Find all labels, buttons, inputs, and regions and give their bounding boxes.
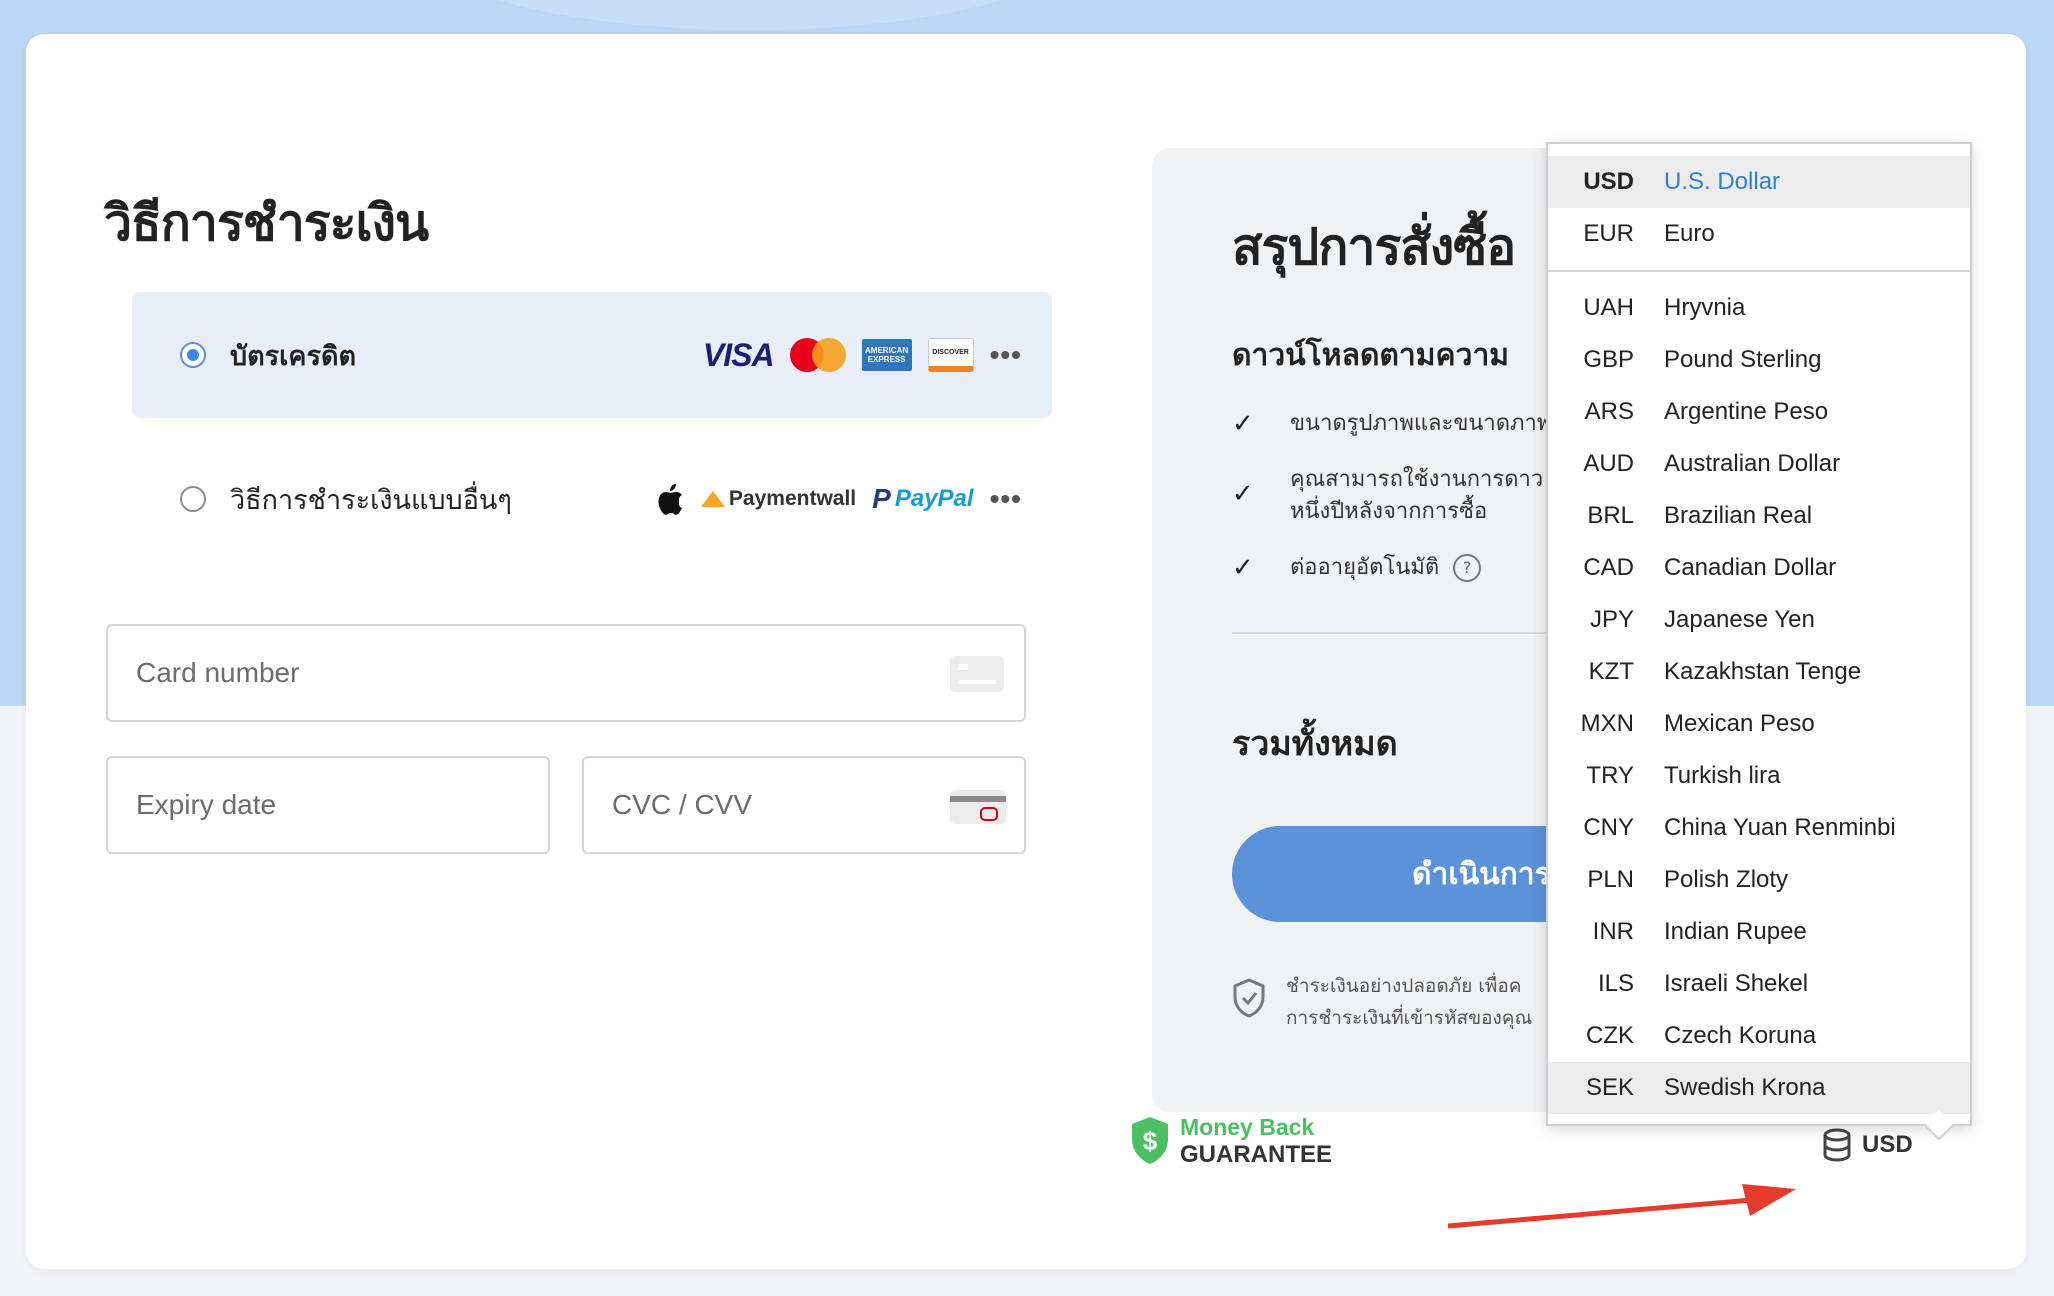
check-icon: ✓: [1232, 553, 1254, 583]
currency-divider: [1548, 270, 1970, 272]
coins-icon: [1822, 1128, 1852, 1162]
currency-option[interactable]: MXN Mexican Peso: [1548, 698, 1970, 750]
currency-option[interactable]: INR Indian Rupee: [1548, 906, 1970, 958]
currency-option-eur[interactable]: EUR Euro: [1548, 208, 1970, 260]
cvc-card-icon: [950, 790, 1006, 824]
help-icon[interactable]: ?: [1453, 554, 1482, 582]
more-methods-icon[interactable]: •••: [990, 483, 1022, 515]
card-number-field[interactable]: Card number: [106, 624, 1026, 722]
currency-option[interactable]: PLN Polish Zloty: [1548, 854, 1970, 906]
summary-subtitle: ดาวน์โหลดตามความ: [1232, 338, 1510, 373]
payment-title: วิธีการชำระเงิน: [104, 194, 429, 252]
card-brand-logos: VISA AMERICAN EXPRESS DISCOVER •••: [703, 292, 1022, 418]
expiry-date-field[interactable]: Expiry date: [106, 756, 550, 854]
currency-selected-label: USD: [1862, 1131, 1913, 1158]
discover-logo: DISCOVER: [927, 338, 974, 372]
total-label: รวมทั้งหมด: [1232, 724, 1398, 764]
feature-item: ✓ ขนาดรูปภาพและขนาดภาพ: [1232, 409, 1552, 439]
currency-option[interactable]: SEK Swedish Krona: [1548, 1062, 1970, 1114]
currency-option[interactable]: AUD Australian Dollar: [1548, 438, 1970, 490]
credit-card-radio[interactable]: [180, 342, 206, 368]
visa-logo: VISA: [702, 336, 775, 373]
currency-option[interactable]: ILS Israeli Shekel: [1548, 958, 1970, 1010]
currency-option[interactable]: BRL Brazilian Real: [1548, 490, 1970, 542]
more-cards-icon[interactable]: •••: [990, 339, 1022, 371]
card-icon: [950, 656, 1004, 692]
currency-option[interactable]: CNY China Yuan Renminbi: [1548, 802, 1970, 854]
currency-option-usd[interactable]: USD U.S. Dollar: [1548, 156, 1970, 208]
currency-selector[interactable]: USD: [1822, 1128, 1913, 1162]
other-method-logos: Paymentwall P PayPal •••: [655, 436, 1022, 562]
feature-item: ✓ คุณสามารถใช้งานการดาว หนึ่งปีหลังจากกา…: [1232, 467, 1544, 524]
check-icon: ✓: [1232, 479, 1254, 509]
currency-option[interactable]: ARS Argentine Peso: [1548, 386, 1970, 438]
amex-logo: AMERICAN EXPRESS: [861, 339, 912, 371]
annotation-arrow: [1447, 1184, 1796, 1229]
dollar-shield-icon: $: [1128, 1115, 1172, 1167]
currency-dropdown[interactable]: USD U.S. Dollar EUR Euro UAH Hryvnia GBP P…: [1546, 142, 1972, 1126]
apple-logo-icon: [655, 482, 685, 516]
credit-card-label: บัตรเครดิต: [230, 340, 357, 372]
paymentwall-logo: Paymentwall: [700, 487, 856, 511]
currency-option[interactable]: CZK Czech Koruna: [1548, 1010, 1970, 1062]
currency-option[interactable]: CAD Canadian Dollar: [1548, 542, 1970, 594]
cvc-field[interactable]: CVC / CVV: [582, 756, 1026, 854]
currency-option[interactable]: UAH Hryvnia: [1548, 282, 1970, 334]
paypal-logo: P PayPal: [872, 483, 974, 514]
feature-item: ✓ ต่ออายุอัตโนมัติ ?: [1232, 552, 1482, 584]
currency-option[interactable]: KZT Kazakhstan Tenge: [1548, 646, 1970, 698]
currency-option[interactable]: TRY Turkish lira: [1548, 750, 1970, 802]
currency-option[interactable]: JPY Japanese Yen: [1548, 594, 1970, 646]
check-icon: ✓: [1232, 409, 1254, 439]
payment-option-credit-card[interactable]: บัตรเครดิต VISA AMERICAN EXPRESS DISCOVE…: [132, 292, 1052, 418]
summary-title: สรุปการสั่งซื้อ: [1232, 218, 1516, 276]
checkout-card: วิธีการชำระเงิน บัตรเครดิต VISA AMERICAN…: [26, 34, 2026, 1269]
shield-icon: [1232, 978, 1266, 1018]
payment-option-other[interactable]: วิธีการชำระเงินแบบอื่นๆ Paymentwall P Pa…: [132, 436, 1052, 562]
mastercard-logo: [789, 338, 846, 372]
svg-text:$: $: [1143, 1126, 1158, 1156]
money-back-guarantee: $ Money Back GUARANTEE: [1128, 1114, 1332, 1168]
other-methods-label: วิธีการชำระเงินแบบอื่นๆ: [230, 484, 512, 516]
secure-payment-note: ชำระเงินอย่างปลอดภัย เพื่อค การชำระเงินท…: [1232, 970, 1532, 1034]
currency-option[interactable]: GBP Pound Sterling: [1548, 334, 1970, 386]
other-methods-radio[interactable]: [180, 486, 206, 512]
